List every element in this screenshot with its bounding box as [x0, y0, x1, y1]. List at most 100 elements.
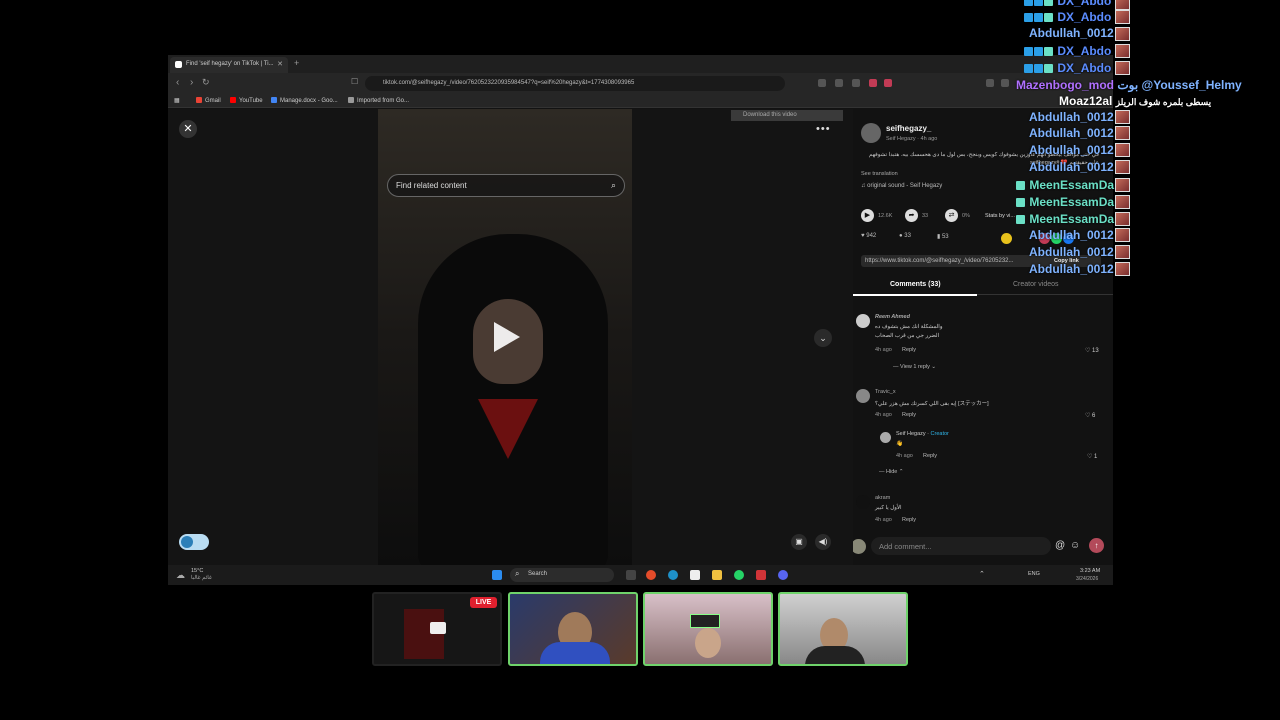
- chat-line: Abdullah_0012: [1029, 245, 1114, 259]
- video-area: Find related content ⌕ ✕ ••• ⌄ Download …: [168, 109, 853, 565]
- webcam-thumbnail[interactable]: [508, 592, 638, 666]
- tab-creator-videos[interactable]: Creator videos: [1013, 281, 1059, 288]
- webcam-person-body: [805, 646, 865, 664]
- reply-button[interactable]: Reply: [902, 412, 916, 418]
- emoji-icon[interactable]: [1001, 233, 1012, 244]
- back-icon[interactable]: ‹: [176, 77, 179, 88]
- language-indicator[interactable]: ENG: [1028, 571, 1040, 577]
- comment-user[interactable]: akram: [875, 495, 890, 501]
- extension-icon[interactable]: [835, 79, 843, 87]
- share-count: 33: [922, 213, 929, 219]
- chrome-icon[interactable]: [646, 570, 656, 580]
- extension-icon[interactable]: [986, 79, 994, 87]
- comment-button[interactable]: ● 33: [899, 233, 911, 239]
- url-text: tiktok.com/@seifhegazy_/video/7620523220…: [383, 80, 635, 86]
- link-text: https://www.tiktok.com/@seifhegazy_/vide…: [865, 258, 1014, 264]
- bookmark-youtube[interactable]: YouTube: [230, 97, 263, 104]
- chevron-down-icon[interactable]: ⌄: [814, 329, 832, 347]
- close-icon[interactable]: ✕: [179, 120, 197, 138]
- chat-line: Abdullah_0012: [1029, 228, 1114, 242]
- comment-like[interactable]: ♡ 13: [1085, 347, 1099, 354]
- taskbar-search[interactable]: ⌕ Search: [510, 568, 614, 582]
- related-search-input[interactable]: Find related content ⌕: [387, 174, 625, 197]
- stats-label[interactable]: Stats by vi...: [985, 213, 1015, 219]
- discord-icon[interactable]: [778, 570, 788, 580]
- play-icon[interactable]: [494, 322, 520, 352]
- download-badge[interactable]: Download this video: [731, 110, 843, 121]
- extension-icon[interactable]: [884, 79, 892, 87]
- file-explorer-icon[interactable]: [712, 570, 722, 580]
- whatsapp-icon[interactable]: [734, 570, 744, 580]
- apps-icon[interactable]: ▦: [174, 97, 180, 104]
- webcam-thumbnail[interactable]: [643, 592, 773, 666]
- extension-icon[interactable]: [1001, 79, 1009, 87]
- reply-button[interactable]: Reply: [923, 453, 937, 459]
- new-tab-icon[interactable]: +: [294, 58, 299, 68]
- clock-time[interactable]: 3:23 AM: [1080, 568, 1100, 574]
- bookmark-folder[interactable]: Imported from Go...: [348, 97, 409, 104]
- autoscroll-toggle[interactable]: [179, 534, 209, 550]
- start-icon[interactable]: [492, 570, 502, 580]
- emoji-picker-icon[interactable]: ☺: [1070, 540, 1080, 551]
- reload-icon[interactable]: ↻: [202, 77, 210, 88]
- bookmark-star-icon[interactable]: ☐: [351, 77, 358, 86]
- pip-icon[interactable]: ▣: [791, 534, 807, 550]
- hide-replies-button[interactable]: — Hide ⌃: [879, 469, 903, 475]
- tab-comments[interactable]: Comments (33): [890, 281, 941, 288]
- sound-label[interactable]: ♫ original sound - Seif Hegazy: [861, 183, 942, 189]
- forward-icon[interactable]: ›: [190, 77, 193, 88]
- play-count-icon[interactable]: ▶: [861, 209, 874, 222]
- repost-icon[interactable]: ⇄: [945, 209, 958, 222]
- share-icon[interactable]: [852, 79, 860, 87]
- creator-avatar[interactable]: [861, 123, 881, 143]
- share-icon[interactable]: ➦: [905, 209, 918, 222]
- comment-input[interactable]: Add comment...: [871, 537, 1051, 555]
- badge-icon: [1016, 181, 1025, 190]
- chat-line: Moaz12al يسطى بلمره شوف الريلز: [1059, 94, 1212, 108]
- close-tab-icon[interactable]: ✕: [277, 60, 283, 68]
- reply-button[interactable]: Reply: [902, 347, 916, 353]
- comment-user[interactable]: Reem Ahmed: [875, 314, 910, 320]
- search-icon[interactable]: ⌕: [611, 180, 616, 191]
- commenter-avatar[interactable]: [856, 314, 870, 328]
- bookmark-gmail[interactable]: Gmail: [196, 97, 221, 104]
- tray-chevron-icon[interactable]: ⌃: [979, 570, 985, 578]
- creator-username[interactable]: seifhegazy_: [886, 124, 931, 133]
- comment-like[interactable]: ♡ 1: [1087, 453, 1097, 460]
- more-options-icon[interactable]: •••: [816, 123, 831, 135]
- extension-icon[interactable]: [869, 79, 877, 87]
- creator-reply-avatar[interactable]: [880, 432, 891, 443]
- comment-like[interactable]: ♡ 6: [1085, 412, 1095, 419]
- commenter-avatar[interactable]: [856, 495, 870, 509]
- browser-window: Find 'seif hegazy' on TikTok | Ti... ✕ +…: [168, 55, 1113, 585]
- bookmarks-bar: ▦ Gmail YouTube Manage.docx - Goo... Imp…: [168, 94, 1113, 108]
- repost-count: 0%: [962, 213, 970, 219]
- browser-tab[interactable]: Find 'seif hegazy' on TikTok | Ti... ✕: [170, 57, 288, 73]
- thumbnail-content: [404, 609, 444, 659]
- see-translation-link[interactable]: See translation: [861, 171, 898, 177]
- extension-icon[interactable]: [818, 79, 826, 87]
- comment-time: 4h ago: [875, 412, 892, 418]
- mention-icon[interactable]: @: [1055, 540, 1065, 551]
- weather-icon[interactable]: ☁: [176, 570, 185, 581]
- url-field[interactable]: tiktok.com/@seifhegazy_/video/7620523220…: [365, 76, 785, 91]
- comment-user[interactable]: Travic_x: [875, 389, 896, 395]
- badge-icon: [1024, 47, 1033, 56]
- tab-underline: [853, 294, 977, 296]
- send-icon[interactable]: ↑: [1089, 538, 1104, 553]
- edge-icon[interactable]: [668, 570, 678, 580]
- store-icon[interactable]: [690, 570, 700, 580]
- badge-icon: [1016, 215, 1025, 224]
- task-view-icon[interactable]: [626, 570, 636, 580]
- webcam-thumbnail[interactable]: [778, 592, 908, 666]
- commenter-avatar[interactable]: [856, 389, 870, 403]
- save-button[interactable]: ▮ 53: [937, 233, 949, 240]
- bookmark-docs[interactable]: Manage.docx - Goo...: [271, 97, 338, 104]
- volume-icon[interactable]: ◀): [815, 534, 831, 550]
- like-button[interactable]: ♥ 942: [861, 233, 876, 239]
- brave-icon[interactable]: [756, 570, 766, 580]
- view-replies-button[interactable]: — View 1 reply ⌄: [893, 364, 936, 370]
- comment-user[interactable]: Seif Hegazy · Creator: [896, 431, 949, 437]
- reply-button[interactable]: Reply: [902, 517, 916, 523]
- badge-icon: [1034, 13, 1043, 22]
